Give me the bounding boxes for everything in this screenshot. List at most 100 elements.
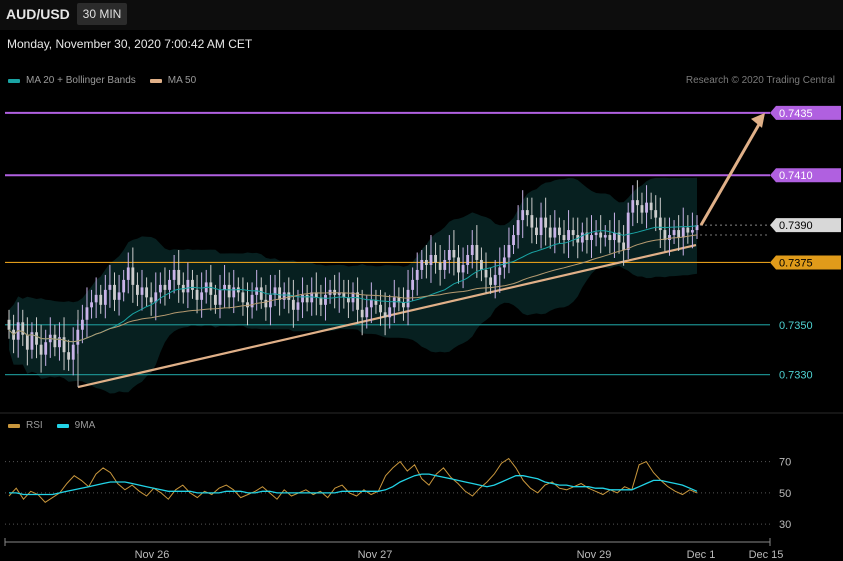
candle-body (301, 294, 304, 303)
candle-body (415, 269, 419, 280)
candle-body (429, 254, 433, 265)
price-label-0.7375: 0.7375 (779, 257, 813, 269)
candle-body (645, 202, 648, 213)
candle-body (278, 287, 282, 300)
candle-body (562, 235, 566, 241)
candle-body (71, 344, 75, 360)
candle-body (447, 250, 451, 260)
candle-body (99, 294, 103, 305)
candle-body (521, 210, 525, 221)
candle-body (590, 235, 593, 241)
candle-body (438, 262, 442, 270)
candle-body (658, 217, 662, 231)
rsi-tick-label: 70 (779, 457, 791, 469)
candle-body (493, 274, 497, 285)
candle-body (35, 332, 38, 345)
candle-body (117, 292, 121, 300)
candle-body (567, 230, 570, 241)
x-tick-label: Nov 27 (358, 549, 393, 561)
candle-body (213, 294, 217, 305)
candle-body (250, 294, 254, 308)
candle-body (145, 287, 149, 298)
candle-body (369, 299, 373, 308)
candle-body (90, 302, 93, 308)
candle-body (149, 297, 153, 303)
candle-body (480, 259, 483, 270)
price-tags-layer: 0.7435 0.7410 0.7390 0.7375 0.7350 0.7330 (770, 105, 841, 382)
candle-body (622, 242, 626, 250)
candle-body (470, 245, 474, 255)
candle-body (544, 217, 548, 228)
rsi-series-9MA (9, 473, 698, 496)
candle-body (525, 210, 529, 216)
candle-body (122, 279, 126, 293)
x-tick-label: Dec 15 (749, 549, 784, 561)
candle-body (163, 284, 167, 290)
candle-body (626, 212, 630, 250)
candle-body (420, 259, 424, 270)
candle-body (39, 344, 43, 355)
x-tick-label: Nov 26 (135, 549, 170, 561)
candle-body (365, 307, 369, 318)
candle-body (686, 227, 690, 233)
candle-body (319, 297, 323, 305)
candle-body (379, 304, 382, 313)
candle-body (535, 227, 538, 236)
candle-body (223, 284, 226, 290)
candle-body (80, 319, 84, 330)
x-tick-label: Nov 29 (577, 549, 612, 561)
candle-body (599, 232, 603, 238)
candle-body (489, 277, 493, 285)
candle-body (498, 267, 502, 275)
candle-body (186, 279, 190, 293)
candle-body (383, 312, 387, 318)
candle-body (25, 334, 29, 350)
price-label-0.7350: 0.7350 (779, 320, 813, 332)
rsi-series-RSI (8, 457, 698, 503)
candle-body (85, 307, 89, 320)
candle-body (512, 235, 515, 246)
candle-body (103, 289, 107, 305)
candle-body (530, 215, 534, 228)
candle-body (296, 302, 300, 310)
candle-body (635, 200, 639, 206)
candle-body (241, 292, 245, 303)
price-chart[interactable]: 0.7435 0.7410 0.7390 0.7375 0.7350 0.7330 70 5… (0, 0, 843, 561)
candle-body (158, 284, 162, 293)
price-label-0.7435: 0.7435 (779, 108, 813, 120)
candle-body (406, 289, 410, 308)
candle-body (259, 287, 263, 300)
candle-body (94, 294, 98, 303)
candle-body (195, 289, 199, 300)
candle-body (640, 205, 644, 213)
candle-body (227, 284, 231, 298)
candle-body (392, 297, 396, 308)
price-label-0.7410: 0.7410 (779, 170, 813, 182)
rsi-panel: 70 50 30 (5, 457, 791, 531)
candle-body (305, 294, 309, 303)
candle-body (291, 299, 295, 310)
candle-body (571, 230, 575, 236)
x-axis: Nov 26 Nov 27 Nov 29 Dec 1 Dec 15 (4, 538, 784, 561)
candle-body (631, 200, 635, 213)
rsi-tick-label: 30 (779, 519, 791, 531)
candle-body (557, 227, 561, 236)
candle-body (553, 227, 557, 238)
candle-body (613, 232, 616, 241)
candle-body (608, 235, 612, 241)
candle-body (443, 259, 447, 270)
candle-body (424, 259, 428, 265)
candle-body (191, 279, 194, 290)
candle-body (461, 264, 465, 273)
candle-body (594, 232, 598, 236)
price-label-0.7390: 0.7390 (779, 220, 813, 232)
candle-body (356, 292, 360, 310)
candle-body (516, 220, 520, 236)
candle-body (131, 267, 135, 285)
candle-body (475, 245, 479, 260)
candle-body (402, 302, 405, 308)
candle-body (44, 342, 48, 355)
candle-body (113, 284, 116, 300)
candle-body (690, 230, 694, 233)
candle-body (76, 329, 80, 345)
